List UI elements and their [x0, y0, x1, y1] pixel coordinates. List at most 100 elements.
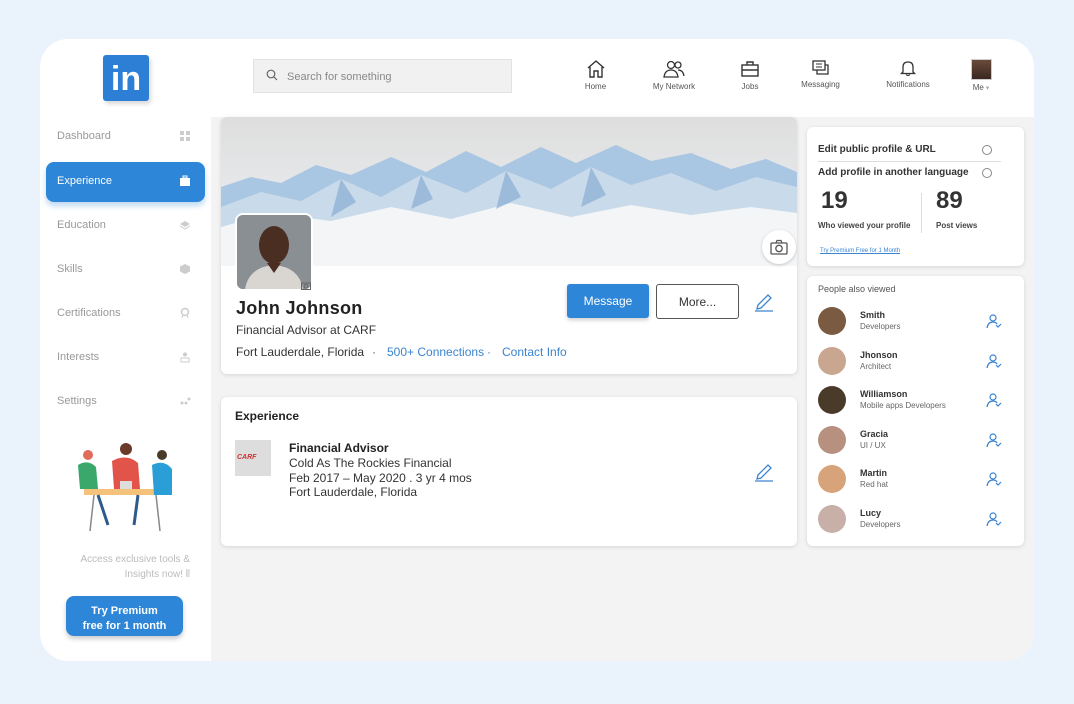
banner-camera-button[interactable] [762, 230, 796, 264]
job-dates: Feb 2017 – May 2020 . 3 yr 4 mos [289, 471, 472, 485]
person-avatar[interactable] [818, 425, 846, 454]
try-premium-button[interactable]: Try Premium free for 1 month [66, 596, 183, 636]
separator-dot: · [487, 345, 491, 359]
people-also-viewed-card: People also viewed Smith Developers Jhonso… [807, 276, 1024, 546]
nav-notifications[interactable]: Notifications [884, 59, 932, 89]
search-input[interactable] [287, 67, 502, 87]
person-avatar[interactable] [818, 386, 846, 414]
profile-card: John Johnson Financial Advisor at CARF F… [221, 117, 797, 374]
nav-label: Notifications [886, 80, 930, 89]
profile-headline: Financial Advisor at CARF [236, 323, 377, 337]
connect-person-icon[interactable] [986, 313, 1002, 329]
contact-info-link[interactable]: Contact Info [502, 345, 567, 359]
sidebar-item-experience[interactable]: Experience [46, 162, 205, 202]
briefcase-icon [180, 175, 190, 186]
nav-home[interactable]: Home [580, 59, 611, 91]
sidebar-item-label: Skills [57, 263, 83, 275]
sidebar-item-label: Certifications [57, 307, 121, 319]
person-name[interactable]: Gracia [860, 429, 888, 439]
sidebar-item-education[interactable]: Education [46, 206, 205, 246]
nav-me[interactable]: Me ▾ [969, 59, 993, 92]
connect-person-icon[interactable] [986, 511, 1002, 527]
post-views-count[interactable]: 89 [936, 187, 963, 215]
profile-stats-card: Edit public profile & URL Add profile in… [807, 127, 1024, 266]
search-icon [266, 69, 278, 81]
company-name: Cold As The Rockies Financial [289, 456, 452, 470]
edit-public-profile-link[interactable]: Edit public profile & URL [818, 144, 936, 155]
info-icon [982, 145, 992, 155]
dots-icon [180, 397, 191, 405]
person-list-item[interactable]: Smith Developers [818, 307, 1008, 337]
nav-my-network[interactable]: My Network [649, 59, 699, 91]
divider [921, 193, 922, 233]
company-logo[interactable]: CARF [235, 440, 271, 476]
person-name[interactable]: Martin [860, 468, 887, 478]
promo-text: Access exclusive tools & Insights now! ⫴ [60, 552, 191, 582]
badge-icon [180, 307, 190, 319]
person-list-item[interactable]: Williamson Mobile apps Developers [818, 386, 1008, 416]
person-role: Architect [860, 361, 892, 371]
team-illustration [78, 443, 172, 532]
person-avatar[interactable] [818, 465, 846, 493]
section-title: People also viewed [818, 284, 896, 294]
person-role: Developers [860, 519, 901, 529]
person-avatar[interactable] [818, 504, 846, 533]
person-list-item[interactable]: Lucy Developers [818, 504, 1008, 535]
profile-location: Fort Lauderdale, Florida [236, 345, 365, 359]
sidebar-item-interests[interactable]: Interests [46, 338, 205, 378]
premium-trial-link[interactable]: Try Premium Free for 1 Month [820, 248, 900, 254]
profile-views-count[interactable]: 19 [821, 187, 848, 215]
sidebar-item-certifications[interactable]: Certifications [46, 294, 205, 334]
sidebar-item-label: Interests [57, 351, 100, 363]
nav-label: Home [584, 82, 607, 91]
person-role: Red hat [860, 480, 889, 489]
home-icon [587, 60, 604, 78]
connect-person-icon[interactable] [986, 392, 1002, 408]
linkedin-logo[interactable]: in [103, 55, 149, 101]
edit-icon[interactable] [753, 290, 775, 312]
connections-link[interactable]: 500+ Connections [387, 345, 484, 359]
edit-icon[interactable] [753, 460, 775, 482]
separator-dot: · [372, 345, 376, 359]
person-name[interactable]: Williamson [860, 389, 907, 399]
nav-label: My Network [652, 82, 696, 91]
sidebar-item-settings[interactable]: Settings [46, 382, 205, 422]
person-name[interactable]: Smith [860, 310, 885, 320]
person-list-item[interactable]: Gracia UI / UX [818, 425, 1008, 456]
person-name[interactable]: Lucy [860, 508, 881, 518]
book-icon [179, 221, 191, 230]
connect-person-icon[interactable] [986, 471, 1002, 487]
profile-views-label: Who viewed your profile [818, 221, 911, 230]
avatar [970, 59, 992, 80]
person-role: UI / UX [860, 440, 886, 450]
add-language-link[interactable]: Add profile in another language [818, 167, 969, 178]
briefcase-icon [741, 61, 759, 77]
connect-person-icon[interactable] [986, 353, 1002, 369]
nav-label: Me [972, 83, 984, 92]
promo-line-2: Insights now! ⫴ [124, 569, 190, 580]
sidebar-item-label: Settings [57, 395, 97, 407]
message-button[interactable]: Message [567, 284, 649, 318]
person-name[interactable]: Jhonson [860, 350, 898, 360]
person-avatar[interactable] [818, 346, 846, 375]
connect-person-icon[interactable] [986, 432, 1002, 448]
grid-icon [180, 131, 190, 141]
more-button[interactable]: More... [656, 284, 739, 319]
person-role: Mobile apps Developers [860, 401, 946, 410]
search-box[interactable] [253, 59, 512, 93]
cube-icon [180, 264, 190, 274]
portrait-image [237, 215, 311, 289]
person-avatar[interactable] [818, 307, 846, 335]
top-bar: in Home My Network Jobs Messaging Notifi… [40, 39, 1034, 117]
sidebar-item-skills[interactable]: Skills [46, 250, 205, 290]
person-list-item[interactable]: Jhonson Architect [818, 346, 1008, 377]
job-title: Financial Advisor [289, 441, 389, 455]
job-location: Fort Lauderdale, Florida [289, 485, 418, 499]
sidebar-item-label: Dashboard [57, 130, 111, 142]
sidebar-item-dashboard[interactable]: Dashboard [46, 117, 205, 157]
nav-jobs[interactable]: Jobs [737, 59, 763, 91]
camera-icon[interactable] [301, 281, 311, 290]
person-list-item[interactable]: Martin Red hat [818, 465, 1008, 495]
profile-photo[interactable] [235, 213, 313, 291]
nav-messaging[interactable]: Messaging [798, 59, 843, 89]
